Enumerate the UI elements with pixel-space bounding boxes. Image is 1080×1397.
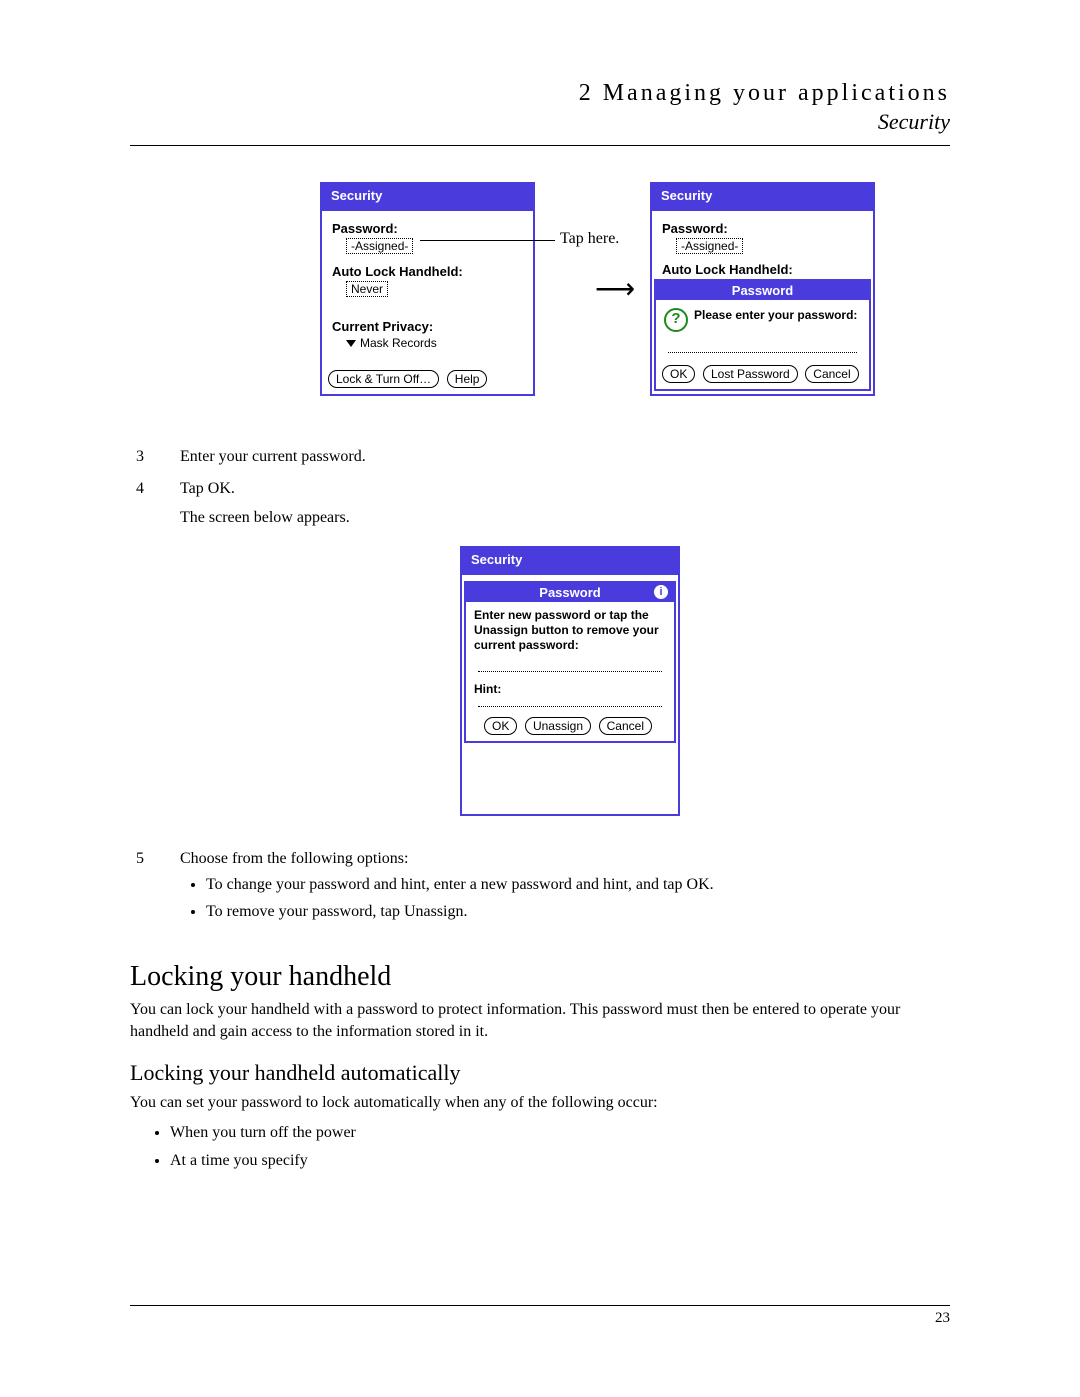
title-tab: Security	[325, 186, 388, 206]
option-item: At a time you specify	[170, 1150, 950, 1172]
option-item: To change your password and hint, enter …	[206, 874, 714, 896]
screenshot-new-password: Security Password i Enter new password o…	[460, 546, 680, 816]
title-tab: Security	[465, 550, 528, 570]
figure-row-1: Security Password: -Assigned- Auto Lock …	[320, 182, 950, 412]
screenshot-security-main: Security Password: -Assigned- Auto Lock …	[320, 182, 535, 396]
privacy-label: Current Privacy:	[332, 319, 523, 334]
dialog-prompt: Enter new password or tap the Unassign b…	[474, 608, 666, 653]
ok-button[interactable]: OK	[484, 717, 517, 735]
question-icon: ?	[664, 308, 688, 332]
lock-turnoff-button[interactable]: Lock & Turn Off…	[328, 370, 439, 388]
step-text: Tap OK.	[180, 477, 366, 500]
password-input[interactable]	[668, 342, 857, 353]
password-dialog: Password ? Please enter your password: O…	[654, 279, 871, 391]
callout-text: Tap here.	[560, 230, 619, 248]
heading-locking: Locking your handheld	[130, 961, 950, 993]
titlebar: Security	[322, 184, 533, 211]
figure-row-2: Security Password i Enter new password o…	[460, 546, 950, 826]
step-number: 4	[132, 476, 177, 535]
dropdown-triangle-icon	[346, 340, 356, 347]
steps-list: 5 Choose from the following options: To …	[130, 844, 717, 939]
autolock-selector[interactable]: Never	[346, 281, 388, 297]
privacy-selector[interactable]: Mask Records	[346, 336, 523, 350]
callout-line	[420, 240, 555, 241]
body-text: You can lock your handheld with a passwo…	[130, 999, 950, 1044]
autolock-label: Auto Lock Handheld:	[332, 264, 523, 279]
step-text: Choose from the following options:	[180, 847, 714, 870]
screenshot-password-prompt: Security Password: -Assigned- Auto Lock …	[650, 182, 875, 396]
dialog-title: Password i	[466, 583, 674, 602]
chapter-title: Managing your applications	[603, 80, 950, 106]
password-selector[interactable]: -Assigned-	[676, 238, 743, 254]
hint-label: Hint:	[474, 682, 666, 696]
unassign-button[interactable]: Unassign	[525, 717, 591, 735]
heading-autolock: Locking your handheld automatically	[130, 1060, 950, 1086]
chapter-number: 2	[579, 80, 594, 106]
info-icon[interactable]: i	[654, 585, 668, 599]
dialog-prompt: Please enter your password:	[694, 308, 857, 323]
step-text: Enter your current password.	[179, 444, 367, 474]
dialog-title: Password	[656, 281, 869, 300]
ok-button[interactable]: OK	[662, 365, 695, 383]
cancel-button[interactable]: Cancel	[599, 717, 652, 735]
page-number: 23	[130, 1310, 950, 1327]
header-rule	[130, 145, 950, 146]
step-number: 3	[132, 444, 177, 474]
arrow-icon: ⟶	[595, 272, 635, 306]
password-label: Password:	[332, 221, 523, 236]
page-header: 2 Managing your applications Security	[130, 80, 950, 135]
step-options: To change your password and hint, enter …	[180, 874, 714, 923]
autolock-options: When you turn off the power At a time yo…	[144, 1122, 950, 1171]
autolock-label: Auto Lock Handheld:	[662, 262, 863, 277]
page-footer: 23	[130, 1305, 950, 1327]
step-number: 5	[132, 846, 177, 937]
titlebar: Security	[462, 548, 678, 575]
body-text: You can set your password to lock automa…	[130, 1092, 950, 1114]
steps-list: 3 Enter your current password. 4 Tap OK.…	[130, 442, 369, 538]
hint-input[interactable]	[478, 696, 662, 707]
option-item: To remove your password, tap Unassign.	[206, 901, 714, 923]
password-selector[interactable]: -Assigned-	[346, 238, 413, 254]
option-item: When you turn off the power	[170, 1122, 950, 1144]
titlebar: Security	[652, 184, 873, 211]
password-dialog: Password i Enter new password or tap the…	[464, 581, 676, 743]
section-title: Security	[130, 109, 950, 135]
new-password-input[interactable]	[478, 661, 662, 672]
help-button[interactable]: Help	[447, 370, 488, 388]
lost-password-button[interactable]: Lost Password	[703, 365, 798, 383]
title-tab: Security	[655, 186, 718, 206]
password-label: Password:	[662, 221, 863, 236]
step-subtext: The screen below appears.	[180, 506, 366, 529]
cancel-button[interactable]: Cancel	[805, 365, 858, 383]
